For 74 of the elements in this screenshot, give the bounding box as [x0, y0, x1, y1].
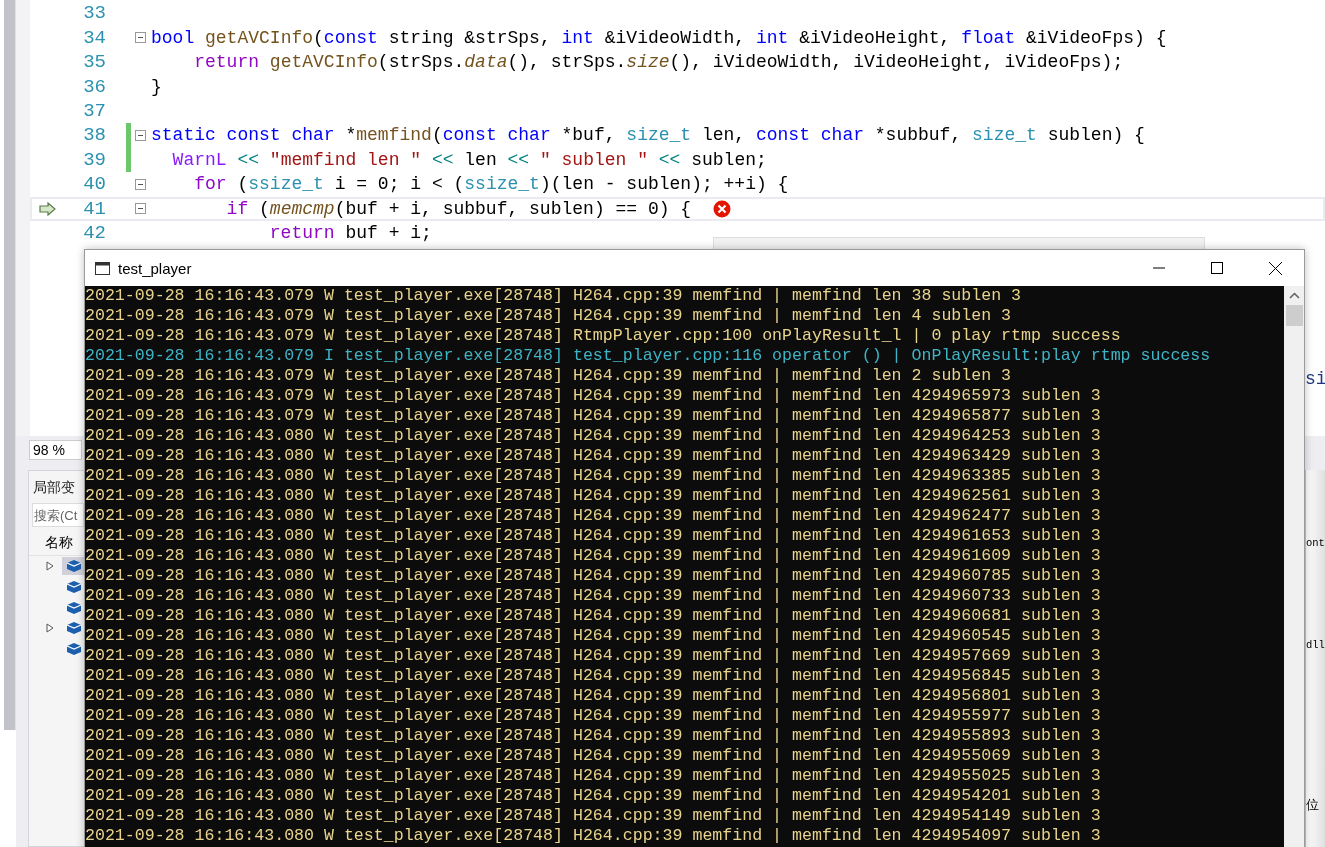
- line-number: 36: [82, 75, 106, 98]
- line-number: 33: [82, 2, 106, 25]
- log-line: 2021-09-28 16:16:43.080 W test_player.exe[28748] H264.cpp:39 memfind | memfind len 4294954149 sublen 3: [85, 806, 1102, 826]
- code-line: static const char *memfind(const char *buf, size_t len, const char *subbuf, size_t sublen) {: [151, 125, 1145, 146]
- log-line: 2021-09-28 16:16:43.080 W test_player.exe[28748] H264.cpp:39 memfind | memfind len 4294954201 sublen 3: [85, 786, 1102, 806]
- line-number: 35: [82, 51, 106, 74]
- vertical-scrollbar[interactable]: [1284, 286, 1304, 847]
- collapse-icon[interactable]: [135, 129, 146, 141]
- log-line: 2021-09-28 16:16:43.079 W test_player.exe[28748] H264.cpp:39 memfind | memfind len 38 sublen 3: [85, 286, 1023, 306]
- line-number: 40: [82, 173, 106, 196]
- collapse-icon[interactable]: [135, 32, 146, 44]
- text-fragment: dll: [1306, 638, 1325, 653]
- log-line: 2021-09-28 16:16:43.079 W test_player.exe[28748] H264.cpp:39 memfind | memfind len 4 sublen 3: [85, 306, 1013, 326]
- log-line: 2021-09-28 16:16:43.079 W test_player.exe[28748] RtmpPlayer.cpp:100 onPlayResult_l | 0 play rtmp success: [85, 326, 1122, 346]
- log-line: 2021-09-28 16:16:43.080 W test_player.exe[28748] H264.cpp:39 memfind | memfind len 4294960545 sublen 3: [85, 626, 1102, 646]
- line-number: 34: [82, 26, 106, 49]
- log-line: 2021-09-28 16:16:43.080 W test_player.exe[28748] H264.cpp:39 memfind | memfind len 4294956801 sublen 3: [85, 686, 1102, 706]
- console-icon: [95, 261, 110, 275]
- cube-icon: [66, 642, 82, 657]
- close-icon: [1268, 261, 1282, 275]
- code-line: bool getAVCInfo(const string &strSps, int &iVideoWidth, int &iVideoHeight, float &iVideoFps) {: [151, 27, 1167, 48]
- maximize-icon: [1211, 262, 1223, 274]
- code-line: if (memcmp(buf + i, subbuf, sublen) == 0) {: [225, 198, 692, 219]
- log-line: 2021-09-28 16:16:43.080 W test_player.exe[28748] H264.cpp:39 memfind | memfind len 4294964253 sublen 3: [85, 426, 1102, 446]
- log-line: 2021-09-28 16:16:43.080 W test_player.exe[28748] H264.cpp:39 memfind | memfind len 4294962477 sublen 3: [85, 506, 1102, 526]
- line-number: 42: [82, 222, 106, 245]
- code-line: for (ssize_t i = 0; i < (ssize_t)(len - sublen); ++i) {: [193, 174, 789, 195]
- scroll-up-icon[interactable]: [1288, 292, 1300, 299]
- expand-icon[interactable]: [46, 561, 54, 572]
- log-line: 2021-09-28 16:16:43.080 W test_player.exe[28748] H264.cpp:39 memfind | memfind len 4294961609 sublen 3: [85, 546, 1102, 566]
- log-line: 2021-09-28 16:16:43.080 W test_player.exe[28748] H264.cpp:39 memfind | memfind len 4294955025 sublen 3: [85, 766, 1102, 786]
- variable-row[interactable]: [62, 557, 86, 576]
- line-number: 39: [82, 148, 106, 171]
- collapse-icon[interactable]: [135, 178, 146, 190]
- log-line: 2021-09-28 16:16:43.080 W test_player.exe[28748] H264.cpp:39 memfind | memfind len 4294956845 sublen 3: [85, 666, 1102, 686]
- cube-icon: [66, 580, 82, 595]
- zoom-field[interactable]: 98 %: [29, 440, 82, 460]
- log-line: 2021-09-28 16:16:43.080 W test_player.exe[28748] H264.cpp:39 memfind | memfind len 4294961653 sublen 3: [85, 526, 1102, 546]
- code-fragment: si: [1305, 369, 1325, 390]
- log-line: 2021-09-28 16:16:43.079 W test_player.exe[28748] H264.cpp:39 memfind | memfind len 4294965877 sublen 3: [85, 406, 1102, 426]
- line-number: 41: [82, 197, 106, 220]
- cube-icon: [66, 600, 82, 615]
- log-line: 2021-09-28 16:16:43.079 I test_player.exe[28748] test_player.cpp:116 operator () | OnPlayResult:play rtmp success: [85, 346, 1212, 366]
- cube-icon: [66, 621, 82, 636]
- text-fragment: 位: [1306, 796, 1320, 814]
- code-line: }: [151, 76, 162, 97]
- code-line: return getAVCInfo(strSps.data(), strSps.size(), iVideoWidth, iVideoHeight, iVideoFps);: [193, 52, 1124, 73]
- log-line: 2021-09-28 16:16:43.080 W test_player.exe[28748] H264.cpp:39 memfind | memfind len 4294960733 sublen 3: [85, 586, 1102, 606]
- vertical-scrollbar[interactable]: [4, 0, 16, 730]
- column-header[interactable]: 名称: [29, 530, 83, 556]
- log-line: 2021-09-28 16:16:43.080 W test_player.exe[28748] H264.cpp:39 memfind | memfind len 4294962561 sublen 3: [85, 486, 1102, 506]
- search-field[interactable]: 搜索(Ct: [32, 503, 84, 527]
- log-line: 2021-09-28 16:16:43.080 W test_player.exe[28748] H264.cpp:39 memfind | memfind len 4294960681 sublen 3: [85, 606, 1102, 626]
- collapse-icon[interactable]: [135, 203, 146, 215]
- code-line: WarnL << "memfind len " << len << " sublen " << sublen;: [171, 149, 767, 170]
- log-line: 2021-09-28 16:16:43.079 W test_player.exe[28748] H264.cpp:39 memfind | memfind len 2 sublen 3: [85, 366, 1013, 386]
- line-number: 37: [82, 99, 106, 122]
- panel-tab[interactable]: 局部变: [29, 471, 79, 503]
- code-line: return buf + i;: [268, 223, 432, 244]
- log-line: 2021-09-28 16:16:43.080 W test_player.exe[28748] H264.cpp:39 memfind | memfind len 4294957669 sublen 3: [85, 646, 1102, 666]
- log-line: 2021-09-28 16:16:43.080 W test_player.exe[28748] H264.cpp:39 memfind | memfind len 4294955977 sublen 3: [85, 706, 1102, 726]
- log-line: 2021-09-28 16:16:43.080 W test_player.exe[28748] H264.cpp:39 memfind | memfind len 4294960785 sublen 3: [85, 566, 1102, 586]
- log-line: 2021-09-28 16:16:43.079 W test_player.exe[28748] H264.cpp:39 memfind | memfind len 4294965973 sublen 3: [85, 386, 1102, 406]
- line-number: 38: [82, 124, 106, 147]
- cube-icon: [66, 559, 82, 574]
- log-line: 2021-09-28 16:16:43.080 W test_player.exe[28748] H264.cpp:39 memfind | memfind len 4294963429 sublen 3: [85, 446, 1102, 466]
- text-fragment: ont: [1306, 536, 1325, 551]
- log-line: 2021-09-28 16:16:43.080 W test_player.exe[28748] H264.cpp:39 memfind | memfind len 4294963385 sublen 3: [85, 466, 1102, 486]
- log-line: 2021-09-28 16:16:43.080 W test_player.exe[28748] H264.cpp:39 memfind | memfind len 4294954097 sublen 3: [85, 826, 1102, 846]
- expand-icon[interactable]: [46, 623, 54, 634]
- scrollbar-thumb[interactable]: [1285, 305, 1303, 326]
- log-line: 2021-09-28 16:16:43.080 W test_player.exe[28748] H264.cpp:39 memfind | memfind len 4294955069 sublen 3: [85, 746, 1102, 766]
- window-title: test_player: [118, 259, 192, 277]
- log-line: 2021-09-28 16:16:43.080 W test_player.exe[28748] H264.cpp:39 memfind | memfind len 4294955893 sublen 3: [85, 726, 1102, 746]
